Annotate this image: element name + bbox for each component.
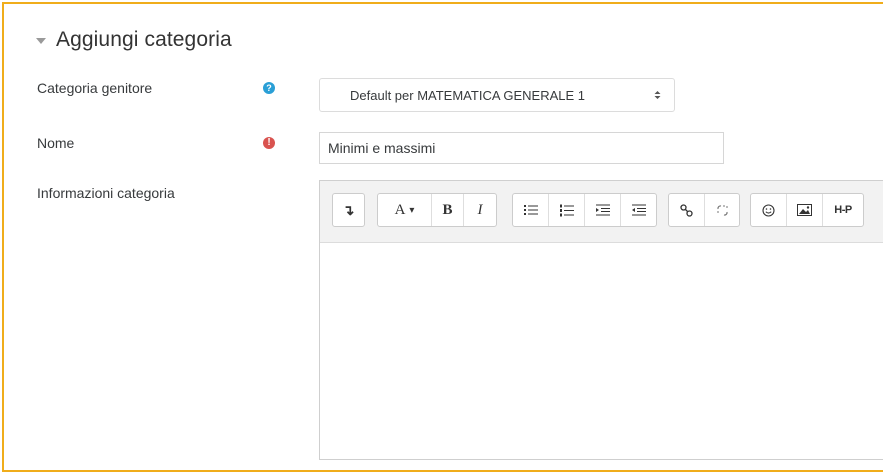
link-button[interactable] [669, 194, 705, 226]
font-style-icon: A [394, 201, 406, 218]
smiley-icon [762, 203, 775, 217]
image-button[interactable] [787, 194, 823, 226]
indent-button[interactable] [585, 194, 621, 226]
h5p-icon: H-P [834, 204, 852, 216]
editor-toolbar: ↴ A ▾ B I H-P [320, 181, 883, 243]
name-label: Nome [37, 135, 75, 151]
category-info-label: Informazioni categoria [37, 185, 175, 201]
help-icon[interactable]: ? [263, 82, 275, 94]
toolbar-group-lists [512, 193, 657, 227]
section-header[interactable]: Aggiungi categoria [36, 28, 232, 52]
bold-icon: B [442, 201, 453, 218]
ordered-list-icon [559, 204, 574, 216]
outdent-button[interactable] [621, 194, 656, 226]
unlink-button[interactable] [705, 194, 739, 226]
toolbar-group-style: A ▾ B I [377, 193, 497, 227]
required-icon: ! [263, 137, 275, 149]
italic-icon: I [477, 201, 483, 218]
unordered-list-icon [523, 205, 538, 215]
image-icon [797, 204, 812, 216]
name-input[interactable]: Minimi e massimi [319, 132, 724, 164]
rich-text-editor: ↴ A ▾ B I H-P [319, 180, 883, 460]
bold-button[interactable]: B [432, 194, 464, 226]
h5p-button[interactable]: H-P [823, 194, 863, 226]
toolbar-collapse-button[interactable]: ↴ [333, 194, 364, 226]
emoticon-button[interactable] [751, 194, 787, 226]
unordered-list-button[interactable] [513, 194, 549, 226]
toolbar-group-insert: H-P [750, 193, 864, 227]
outdent-icon [631, 204, 646, 216]
italic-button[interactable]: I [464, 194, 496, 226]
indent-icon [595, 204, 610, 216]
toolbar-group-collapse: ↴ [332, 193, 365, 227]
unlink-icon [716, 204, 728, 216]
link-icon [680, 203, 693, 217]
collapse-triangle-icon[interactable] [36, 38, 46, 44]
parent-category-selected-value: Default per MATEMATICA GENERALE 1 [350, 87, 586, 103]
parent-category-label: Categoria genitore [37, 80, 153, 96]
section-title: Aggiungi categoria [56, 28, 232, 51]
font-style-button[interactable]: A ▾ [378, 194, 432, 226]
collapse-toolbar-icon: ↴ [342, 201, 355, 218]
ordered-list-button[interactable] [549, 194, 585, 226]
select-arrows-icon [654, 90, 661, 100]
editor-content-area[interactable] [320, 243, 883, 459]
parent-category-select[interactable]: Default per MATEMATICA GENERALE 1 [319, 78, 675, 112]
font-style-caret-icon: ▾ [409, 204, 415, 216]
toolbar-group-links [668, 193, 740, 227]
